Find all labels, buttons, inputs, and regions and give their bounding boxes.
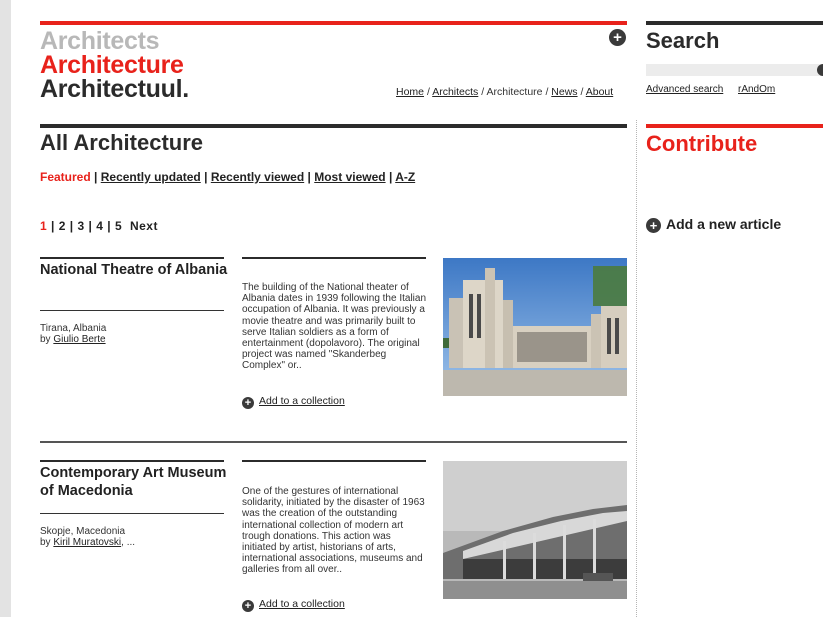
item-desc-rule: [242, 257, 426, 259]
pagination: 1 | 2 | 3 | 4 | 5 Next: [40, 219, 158, 233]
search-title: Search: [646, 28, 720, 53]
filter-featured[interactable]: Featured: [40, 170, 91, 184]
page-next[interactable]: Next: [130, 219, 158, 233]
search-input[interactable]: [646, 64, 823, 76]
nav-separator: /: [426, 86, 430, 98]
add-to-collection-button[interactable]: + Add to a collection: [242, 395, 345, 409]
nav-home[interactable]: Home: [396, 86, 424, 98]
plus-circle-icon: +: [646, 218, 661, 233]
nav-architects[interactable]: Architects: [432, 86, 478, 98]
page-title: All Architecture: [40, 130, 204, 155]
item-description: One of the gestures of international sol…: [242, 486, 425, 576]
filter-most-viewed[interactable]: Most viewed: [314, 170, 385, 184]
item-meta: Tirana, Albania by Giulio Berte: [40, 323, 230, 345]
nav-news[interactable]: News: [551, 86, 577, 98]
filter-separator: |: [204, 170, 208, 184]
header-top-rule: [40, 21, 627, 25]
add-to-collection-label: Add to a collection: [259, 395, 345, 407]
add-to-collection-label: Add to a collection: [259, 598, 345, 610]
nav-separator: /: [545, 86, 549, 98]
filter-recently-updated[interactable]: Recently updated: [101, 170, 201, 184]
nav-architecture-current[interactable]: Architecture: [487, 86, 543, 98]
plus-circle-icon: +: [242, 397, 254, 409]
plus-circle-icon: +: [242, 600, 254, 612]
item-title[interactable]: National Theatre of Albania: [40, 261, 230, 279]
advanced-search-link[interactable]: Advanced search: [646, 84, 723, 95]
nav-separator: /: [481, 86, 485, 98]
page-separator: |: [51, 219, 55, 233]
left-gutter: [0, 0, 11, 617]
filter-separator: |: [307, 170, 311, 184]
page-1[interactable]: 1: [40, 219, 47, 233]
architect-suffix: , ...: [121, 537, 136, 548]
item-title-rule: [40, 460, 224, 462]
page-separator: |: [107, 219, 112, 233]
contribute-top-rule: [646, 124, 823, 128]
filter-recently-viewed[interactable]: Recently viewed: [211, 170, 304, 184]
nav-separator: /: [580, 86, 584, 98]
logo-architectuul[interactable]: Architectuul.: [40, 77, 189, 102]
sidebar-divider: [636, 120, 637, 617]
page-5[interactable]: 5: [115, 219, 122, 233]
add-new-article-button[interactable]: + Add a new article: [646, 216, 781, 233]
filter-az[interactable]: A-Z: [395, 170, 415, 184]
filter-bar: Featured | Recently updated | Recently v…: [40, 170, 415, 184]
page-3[interactable]: 3: [77, 219, 84, 233]
filter-separator: |: [388, 170, 393, 184]
item-separator: [40, 441, 627, 443]
item-description: The building of the National theater of …: [242, 282, 427, 372]
page-2[interactable]: 2: [59, 219, 66, 233]
item-location: Tirana, Albania: [40, 323, 107, 334]
add-to-collection-button[interactable]: + Add to a collection: [242, 598, 345, 612]
page-separator: |: [69, 219, 74, 233]
filter-separator: |: [94, 170, 98, 184]
item-by-label: by: [40, 537, 51, 548]
item-location: Skopje, Macedonia: [40, 526, 126, 537]
item-by-label: by: [40, 334, 51, 345]
content-top-rule: [40, 124, 627, 128]
architect-link[interactable]: Kiril Muratovski: [53, 537, 121, 548]
page-separator: |: [88, 219, 93, 233]
architect-link[interactable]: Giulio Berte: [53, 334, 105, 345]
item-desc-rule: [242, 460, 426, 462]
item-meta-rule: [40, 310, 224, 311]
add-new-article-label: Add a new article: [666, 216, 782, 232]
main-nav: Home / Architects / Architecture / News …: [396, 86, 613, 98]
contribute-title: Contribute: [646, 131, 758, 156]
item-title-rule: [40, 257, 224, 259]
item-title[interactable]: Contemporary Art Museum of Macedonia: [40, 464, 230, 500]
item-image[interactable]: [443, 461, 627, 599]
search-submit-icon[interactable]: [817, 64, 823, 76]
page-4[interactable]: 4: [96, 219, 103, 233]
item-meta: Skopje, Macedonia by Kiril Muratovski, .…: [40, 526, 230, 548]
item-meta-rule: [40, 513, 224, 514]
sidebar-top-rule: [646, 21, 823, 25]
nav-about[interactable]: About: [586, 86, 613, 98]
item-image[interactable]: [443, 258, 627, 396]
random-link[interactable]: rAndOm: [738, 84, 775, 95]
expand-plus-icon[interactable]: +: [609, 29, 626, 46]
